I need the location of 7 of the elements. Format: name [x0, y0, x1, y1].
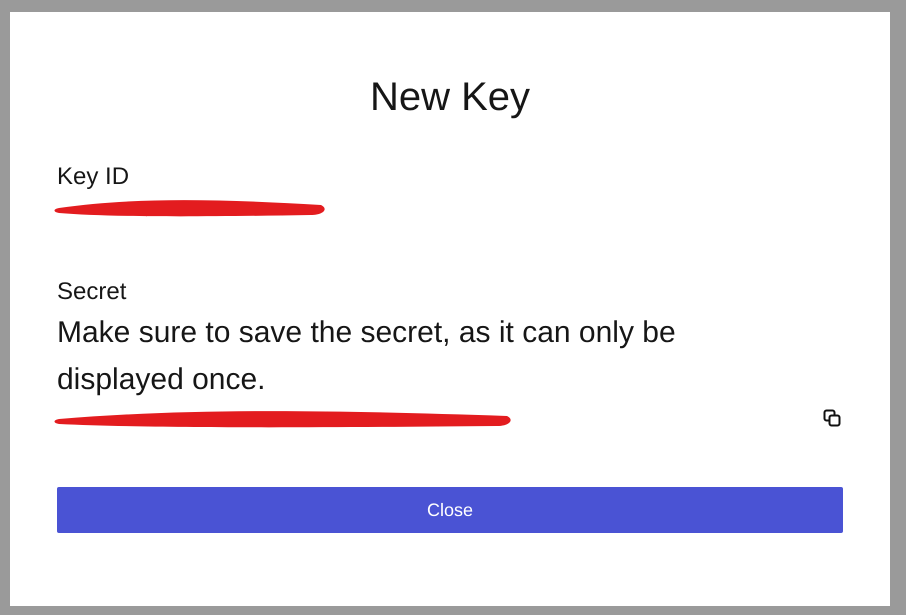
secret-notice: Make sure to save the secret, as it can only be displayed once. — [57, 315, 677, 398]
close-button[interactable]: Close — [57, 487, 843, 533]
secret-label: Secret — [57, 277, 128, 307]
copy-icon — [823, 409, 841, 427]
dialog-title: New Key — [368, 74, 532, 120]
key-id-label: Key ID — [57, 162, 130, 192]
copy-button[interactable] — [821, 407, 843, 429]
